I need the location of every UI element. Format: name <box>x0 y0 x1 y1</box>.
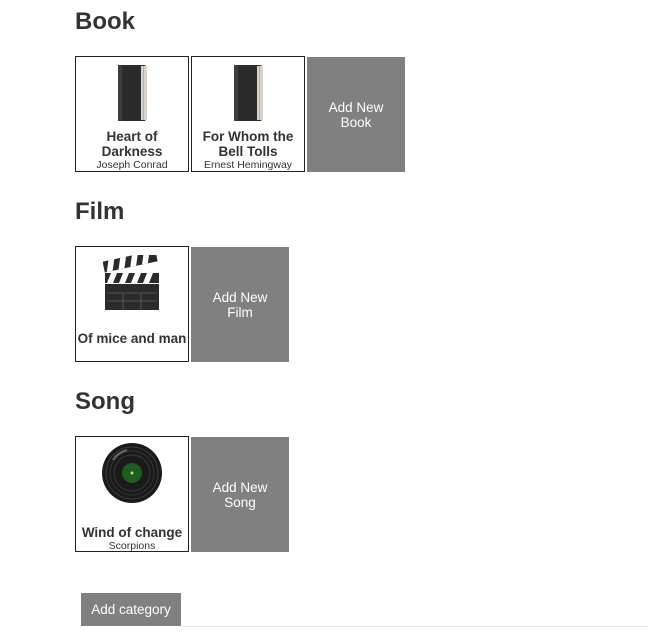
item-subtitle: Ernest Hemingway <box>203 159 293 171</box>
item-card[interactable]: Of mice and man <box>75 246 189 362</box>
add-new-book-button[interactable]: Add New Book <box>307 57 405 172</box>
category-title: Song <box>75 388 135 415</box>
item-title: For Whom the Bell Tolls <box>202 129 294 159</box>
item-card[interactable]: For Whom the Bell Tolls Ernest Hemingway <box>191 56 305 172</box>
item-title: Of mice and man <box>77 331 187 346</box>
add-new-song-button[interactable]: Add New Song <box>191 437 289 552</box>
item-title: Wind of change <box>81 525 183 540</box>
add-new-film-button[interactable]: Add New Film <box>191 247 289 362</box>
category-title: Book <box>75 8 135 35</box>
clapperboard-icon <box>103 255 159 310</box>
book-icon <box>118 65 147 121</box>
item-subtitle: Scorpions <box>108 540 156 552</box>
book-icon <box>234 65 263 121</box>
category-title: Film <box>75 198 125 225</box>
item-subtitle: Joseph Conrad <box>96 159 168 171</box>
add-category-button[interactable]: Add category <box>81 593 181 626</box>
divider <box>181 626 648 627</box>
item-card[interactable]: Heart of Darkness Joseph Conrad <box>75 56 189 172</box>
item-card[interactable]: Wind of change Scorpions <box>75 436 189 552</box>
vinyl-record-icon <box>102 443 162 503</box>
item-title: Heart of Darkness <box>101 129 163 159</box>
